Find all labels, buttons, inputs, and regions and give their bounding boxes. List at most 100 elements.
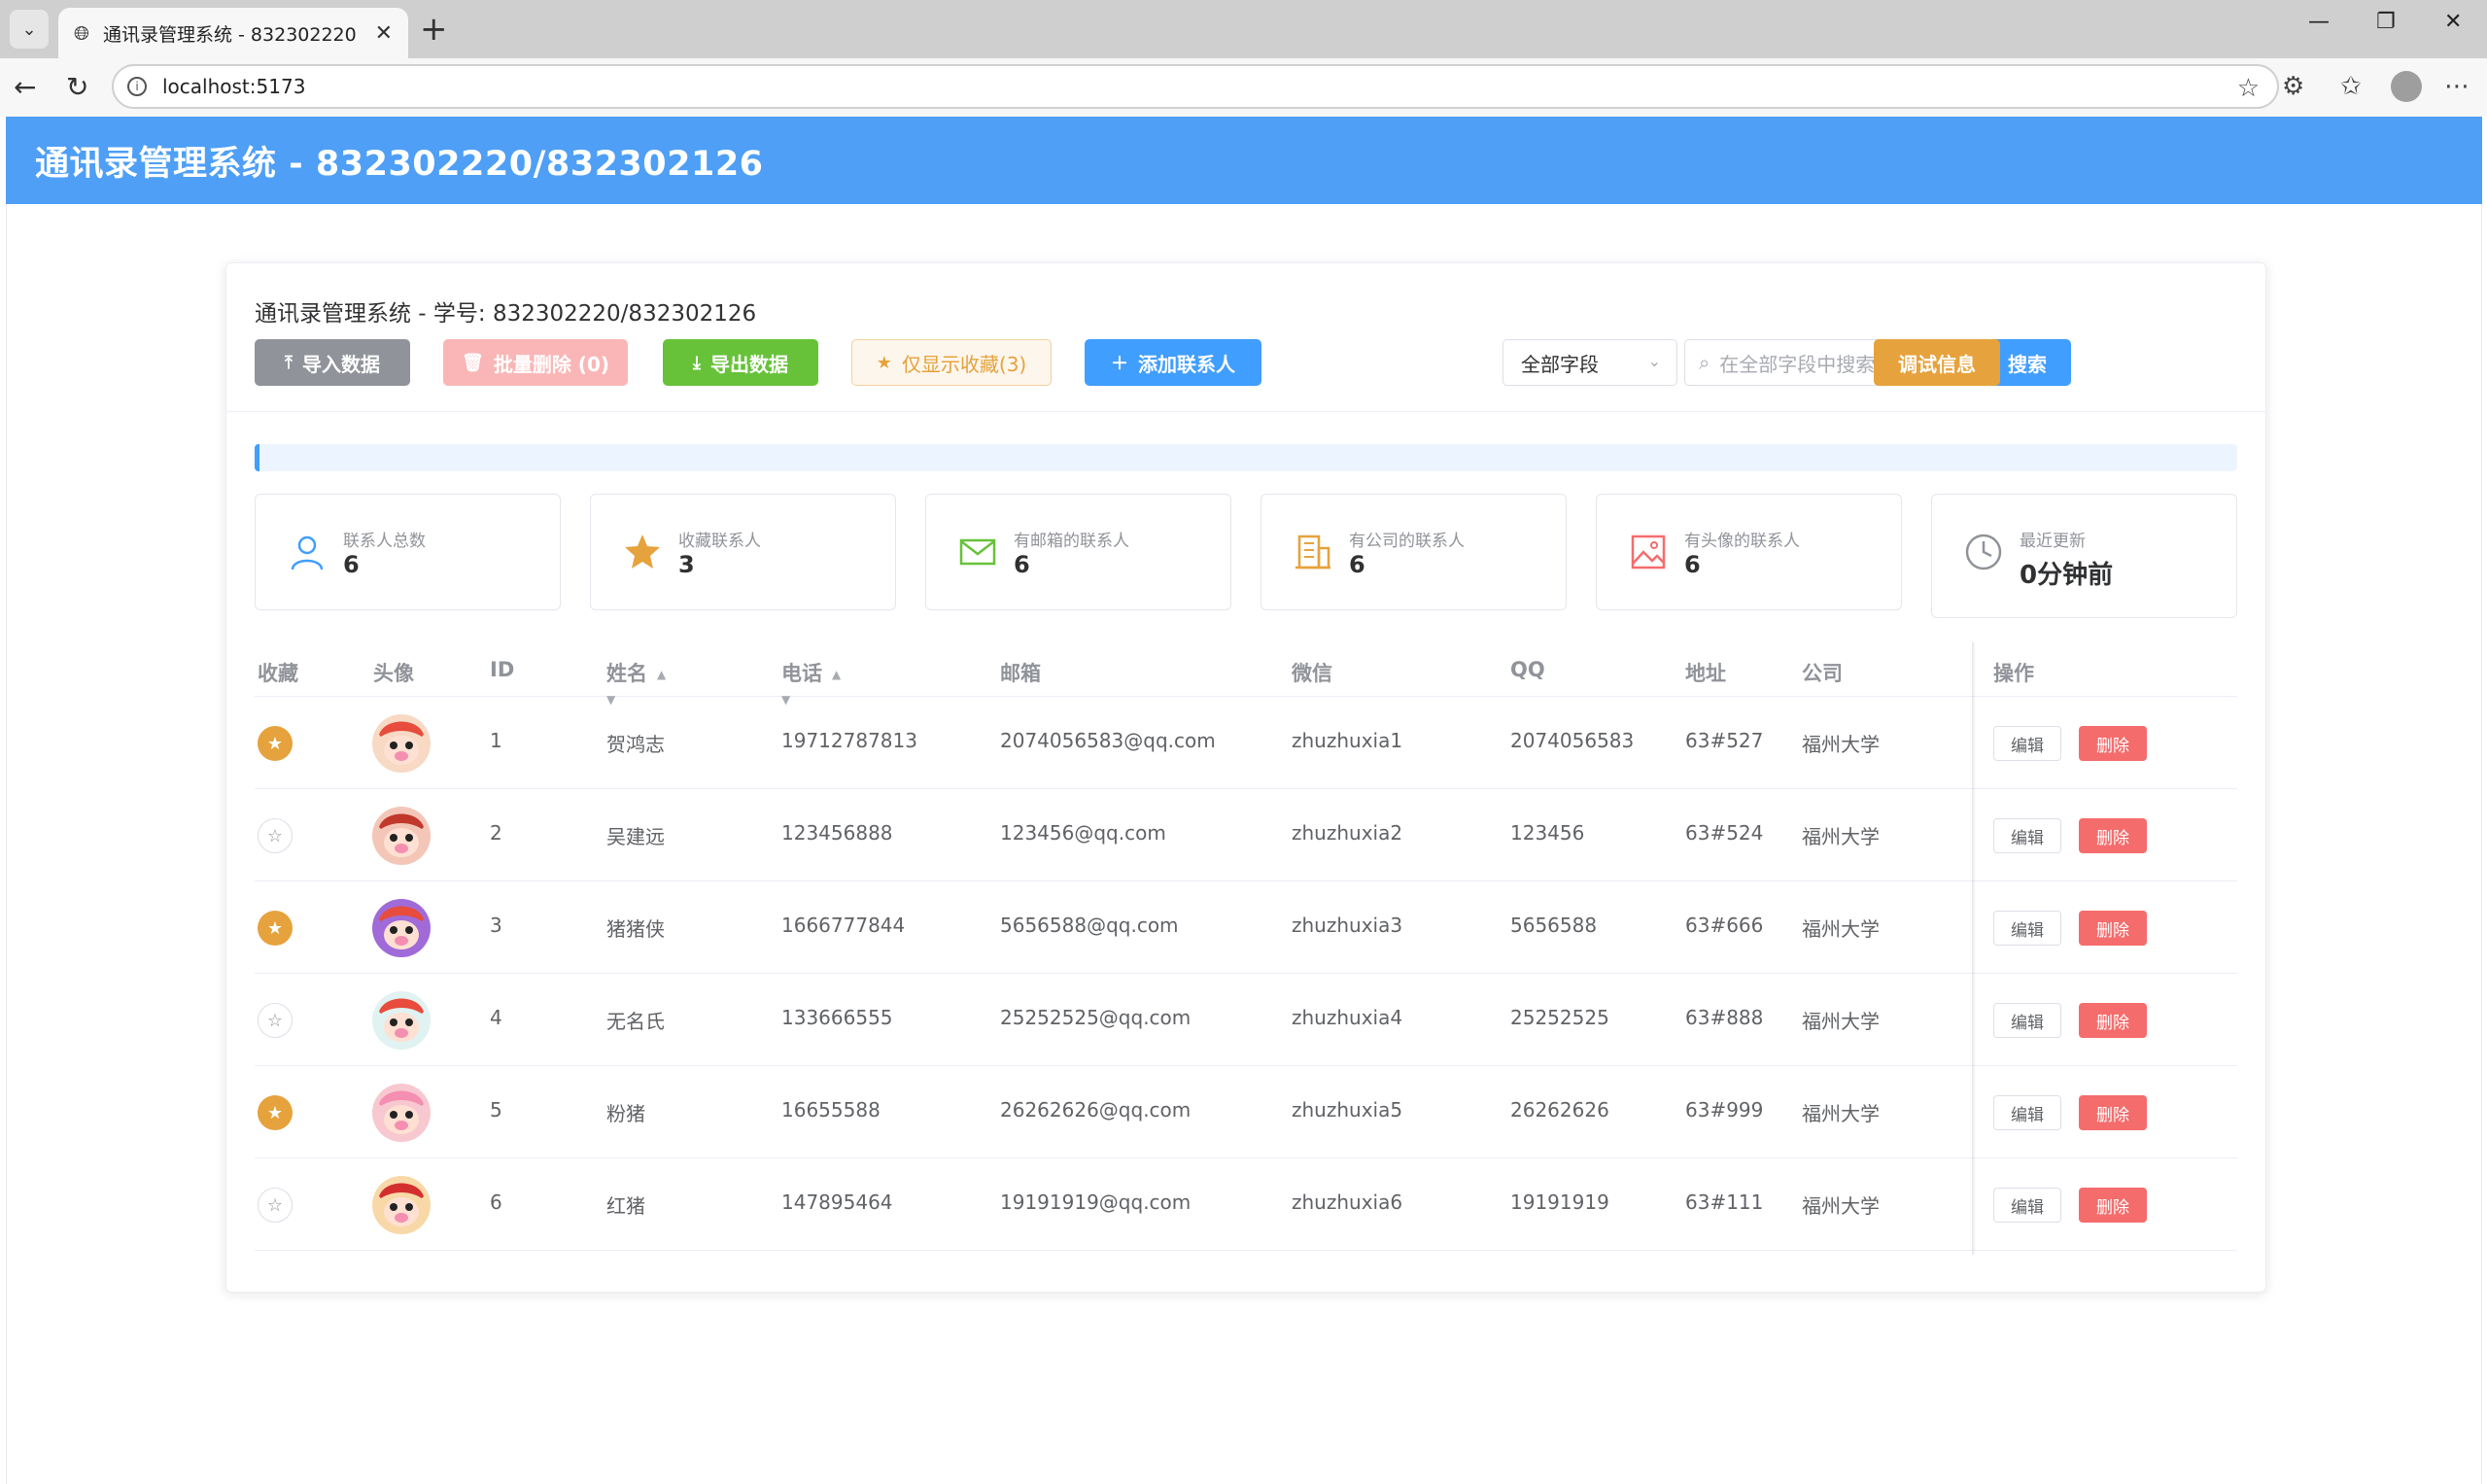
user-icon bbox=[287, 532, 328, 572]
url-text: localhost:5173 bbox=[162, 75, 306, 98]
cell-company: 福州大学 bbox=[1802, 1194, 1880, 1218]
delete-button[interactable]: 删除 bbox=[2079, 818, 2147, 853]
cell-name: 无名氏 bbox=[606, 1010, 665, 1033]
col-actions: 操作 bbox=[1993, 662, 2034, 685]
table-row[interactable]: ☆ 6 红猪 147895464 19191919@qq.com zhuzhux… bbox=[255, 1158, 2237, 1251]
cell-wechat: zhuzhuxia4 bbox=[1292, 1006, 1403, 1029]
table-row[interactable]: ★ 5 粉猪 16655588 26262626@qq.com zhuzhuxi… bbox=[255, 1066, 2237, 1158]
back-icon[interactable]: ← bbox=[14, 72, 36, 103]
add-contact-button[interactable]: ＋添加联系人 bbox=[1085, 339, 1261, 386]
cell-phone: 19712787813 bbox=[781, 729, 917, 752]
restore-icon[interactable]: ❐ bbox=[2376, 10, 2396, 34]
export-button[interactable]: ⤓ 导出数据 bbox=[663, 339, 818, 386]
stat-email: 有邮箱的联系人 6 bbox=[925, 494, 1231, 610]
cell-wechat: zhuzhuxia3 bbox=[1292, 914, 1403, 937]
cell-email: 25252525@qq.com bbox=[1000, 1006, 1192, 1029]
close-tab-icon[interactable]: ✕ bbox=[375, 21, 393, 46]
browser-tab[interactable]: 🌐︎ 通讯录管理系统 - 832302220 ✕ bbox=[58, 8, 408, 58]
cell-company: 福州大学 bbox=[1802, 917, 1880, 941]
stat-favorites: 收藏联系人 3 bbox=[590, 494, 896, 610]
delete-button[interactable]: 删除 bbox=[2079, 911, 2147, 946]
stat-updated: 最近更新 0分钟前 bbox=[1931, 494, 2237, 618]
cell-company: 福州大学 bbox=[1802, 733, 1880, 756]
more-icon[interactable]: ⋯ bbox=[2444, 72, 2470, 101]
tab-list-button[interactable]: ⌄ bbox=[10, 10, 49, 49]
cell-phone: 123456888 bbox=[781, 821, 893, 845]
cell-phone: 133666555 bbox=[781, 1006, 893, 1029]
card-header: 通讯录管理系统 - 学号: 832302220/832302126 ⤒ 导入数据 … bbox=[226, 263, 2265, 412]
import-button[interactable]: ⤒ 导入数据 bbox=[255, 339, 410, 386]
favorite-star-icon[interactable]: ★ bbox=[258, 911, 293, 946]
cell-email: 19191919@qq.com bbox=[1000, 1191, 1192, 1214]
favorite-star-icon[interactable]: ★ bbox=[258, 1095, 293, 1130]
delete-button[interactable]: 删除 bbox=[2079, 726, 2147, 761]
edit-button[interactable]: 编辑 bbox=[1993, 1003, 2061, 1038]
cell-phone: 1666777844 bbox=[781, 914, 906, 937]
plus-icon: ＋ bbox=[1111, 354, 1128, 374]
delete-button[interactable]: 删除 bbox=[2079, 1188, 2147, 1223]
table-row[interactable]: ★ 3 猪猪侠 1666777844 5656588@qq.com zhuzhu… bbox=[255, 881, 2237, 974]
profile-avatar[interactable] bbox=[2391, 71, 2422, 102]
delete-button[interactable]: 删除 bbox=[2079, 1095, 2147, 1130]
avatar bbox=[372, 991, 431, 1050]
batch-delete-button[interactable]: 🗑︎ 批量删除 (0) bbox=[443, 339, 628, 386]
table-row[interactable]: ☆ 4 无名氏 133666555 25252525@qq.com zhuzhu… bbox=[255, 974, 2237, 1066]
cell-name: 贺鸿志 bbox=[606, 733, 665, 756]
cell-id: 6 bbox=[490, 1191, 502, 1214]
table-header: 收藏 头像 ID 姓名 ▲ ▼ 电话 ▲ ▼ 邮箱 微信 QQ 地址 公司 操作 bbox=[255, 642, 2237, 707]
table-row[interactable]: ☆ 2 吴建远 123456888 123456@qq.com zhuzhuxi… bbox=[255, 789, 2237, 881]
cell-qq: 19191919 bbox=[1510, 1191, 1609, 1214]
progress-bar bbox=[255, 444, 2237, 471]
reload-icon[interactable]: ↻ bbox=[66, 72, 88, 103]
col-email: 邮箱 bbox=[1000, 662, 1041, 685]
edit-button[interactable]: 编辑 bbox=[1993, 1095, 2061, 1130]
field-select[interactable]: 全部字段 ⌄ bbox=[1503, 339, 1677, 386]
col-fav: 收藏 bbox=[258, 662, 298, 685]
cell-email: 123456@qq.com bbox=[1000, 821, 1166, 845]
star-icon bbox=[622, 532, 663, 572]
col-company: 公司 bbox=[1802, 662, 1843, 685]
clock-icon bbox=[1963, 532, 2004, 572]
debug-button[interactable]: 调试信息 bbox=[1874, 339, 2000, 386]
globe-icon: 🌐︎ bbox=[74, 21, 89, 45]
avatar bbox=[372, 899, 431, 957]
edit-button[interactable]: 编辑 bbox=[1993, 911, 2061, 946]
favorite-star-icon[interactable]: ★ bbox=[258, 726, 293, 761]
info-icon[interactable]: i bbox=[127, 77, 147, 96]
new-tab-button[interactable]: + bbox=[420, 12, 448, 47]
delete-button[interactable]: 删除 bbox=[2079, 1003, 2147, 1038]
minimize-icon[interactable]: — bbox=[2308, 10, 2330, 34]
edit-button[interactable]: 编辑 bbox=[1993, 818, 2061, 853]
app-header: 通讯录管理系统 - 832302220/832302126 bbox=[6, 117, 2482, 204]
cell-id: 4 bbox=[490, 1006, 502, 1029]
cell-address: 63#999 bbox=[1685, 1098, 1764, 1122]
cell-wechat: zhuzhuxia1 bbox=[1292, 729, 1403, 752]
edit-button[interactable]: 编辑 bbox=[1993, 1188, 2061, 1223]
favorite-star-icon[interactable]: ☆ bbox=[258, 1188, 293, 1223]
favorite-star-icon[interactable]: ☆ bbox=[258, 1003, 293, 1038]
browser-tab-title: 通讯录管理系统 - 832302220 bbox=[103, 23, 357, 46]
col-address: 地址 bbox=[1685, 662, 1726, 685]
url-field[interactable]: i localhost:5173 ☆ bbox=[112, 64, 2279, 109]
app-title: 通讯录管理系统 - 832302220/832302126 bbox=[35, 144, 764, 184]
cell-company: 福州大学 bbox=[1802, 1102, 1880, 1125]
table-row[interactable]: ★ 1 贺鸿志 19712787813 2074056583@qq.com zh… bbox=[255, 697, 2237, 789]
stat-avatar: 有头像的联系人 6 bbox=[1596, 494, 1902, 610]
edit-button[interactable]: 编辑 bbox=[1993, 726, 2061, 761]
favorites-only-button[interactable]: ★ 仅显示收藏(3) bbox=[851, 339, 1052, 386]
cell-name: 红猪 bbox=[606, 1194, 645, 1218]
avatar bbox=[372, 1084, 431, 1142]
cell-qq: 2074056583 bbox=[1510, 729, 1635, 752]
favorites-icon[interactable]: ✩ bbox=[2340, 72, 2362, 101]
chevron-down-icon: ⌄ bbox=[1647, 352, 1661, 370]
extensions-icon[interactable]: ⚙ bbox=[2282, 72, 2304, 101]
bookmark-star-icon[interactable]: ☆ bbox=[2237, 74, 2260, 103]
cell-name: 粉猪 bbox=[606, 1102, 645, 1125]
cell-qq: 123456 bbox=[1510, 821, 1585, 845]
building-icon bbox=[1293, 532, 1333, 572]
favorite-star-icon[interactable]: ☆ bbox=[258, 818, 293, 853]
cell-company: 福州大学 bbox=[1802, 1010, 1880, 1033]
close-window-icon[interactable]: ✕ bbox=[2444, 10, 2462, 34]
cell-id: 2 bbox=[490, 821, 502, 845]
chevron-down-icon: ⌄ bbox=[21, 18, 37, 40]
